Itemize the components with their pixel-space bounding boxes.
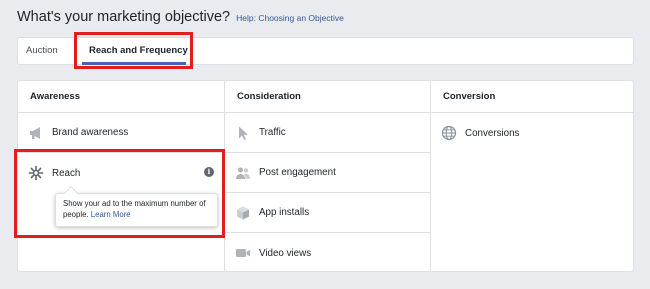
objective-header: What's your marketing objective? Help: C… bbox=[17, 9, 344, 25]
objective-app-installs[interactable]: App installs bbox=[225, 193, 430, 233]
consideration-column: Consideration Traffic Post engagement Ap… bbox=[224, 81, 430, 271]
box-icon bbox=[235, 205, 251, 221]
page-title: What's your marketing objective? bbox=[17, 9, 231, 25]
video-icon bbox=[235, 245, 251, 261]
objective-label: Video views bbox=[259, 247, 312, 259]
awareness-heading: Awareness bbox=[18, 81, 224, 113]
objective-traffic[interactable]: Traffic bbox=[225, 113, 430, 153]
tab-auction[interactable]: Auction bbox=[26, 38, 58, 64]
objective-conversions[interactable]: Conversions bbox=[431, 113, 633, 153]
people-icon bbox=[235, 165, 251, 181]
objective-brand-awareness[interactable]: Brand awareness bbox=[18, 113, 224, 153]
highlight-box-reach-frequency-tab bbox=[74, 32, 193, 69]
objective-label: App installs bbox=[259, 207, 310, 218]
objective-label: Post engagement bbox=[259, 167, 336, 178]
objective-label: Traffic bbox=[259, 127, 286, 138]
conversion-heading: Conversion bbox=[431, 81, 633, 113]
objective-label: Conversions bbox=[465, 127, 520, 139]
objective-video-views[interactable]: Video views bbox=[225, 233, 430, 271]
objective-label: Brand awareness bbox=[52, 127, 129, 138]
help-link[interactable]: Help: Choosing an Objective bbox=[236, 13, 344, 23]
objective-post-engagement[interactable]: Post engagement bbox=[225, 153, 430, 193]
highlight-box-reach-objective bbox=[14, 149, 225, 238]
megaphone-icon bbox=[28, 125, 44, 141]
consideration-heading: Consideration bbox=[225, 81, 430, 113]
globe-icon bbox=[441, 125, 457, 141]
conversion-column: Conversion Conversions bbox=[430, 81, 633, 271]
cursor-icon bbox=[235, 125, 251, 141]
